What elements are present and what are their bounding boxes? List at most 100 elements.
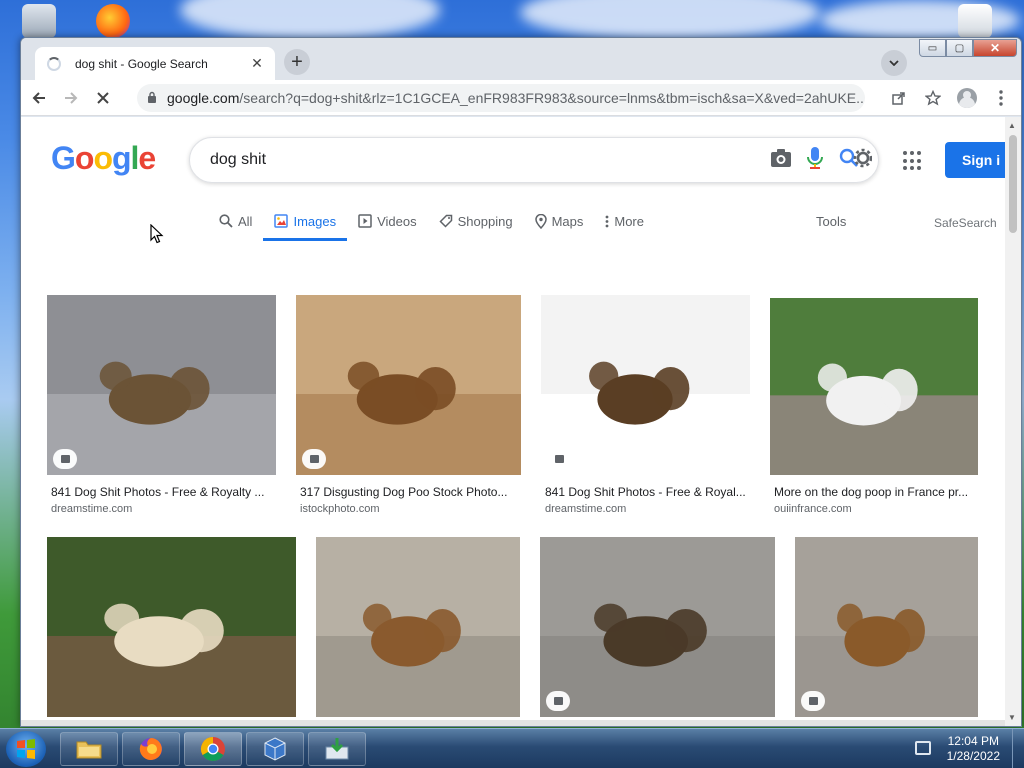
url-host: google.com [167, 90, 240, 106]
tab-label: Videos [377, 213, 417, 229]
taskbar-download-app[interactable] [308, 732, 366, 766]
result-thumbnail[interactable] [47, 295, 276, 475]
tab-label: All [238, 213, 253, 229]
video-icon [358, 214, 372, 228]
profile-avatar[interactable] [953, 84, 981, 112]
result-source: ouiinfrance.com [774, 503, 852, 515]
image-result-card[interactable]: 841 Dog Shit Photos - Free & Royalty ...… [47, 295, 276, 515]
image-result-card[interactable]: Dog Shit On Street Dog Poop : photo de..… [540, 537, 775, 726]
vertical-scrollbar[interactable]: ▲ ▼ [1005, 117, 1021, 726]
result-thumbnail[interactable] [47, 537, 296, 717]
firefox-desktop-icon[interactable] [96, 4, 130, 38]
result-thumbnail[interactable] [541, 295, 750, 475]
close-window-button[interactable]: ✕ [973, 39, 1017, 57]
camera-search-icon[interactable] [770, 148, 792, 173]
taskbar-chrome[interactable] [184, 732, 242, 766]
map-pin-icon [534, 213, 547, 229]
tab-more[interactable]: More [594, 203, 655, 239]
bookmark-star-icon[interactable] [919, 84, 947, 112]
tab-maps[interactable]: Maps [524, 203, 595, 239]
taskbar-virtualbox[interactable] [246, 732, 304, 766]
system-clock[interactable]: 12:04 PM 1/28/2022 [947, 734, 1000, 764]
tab-google-search[interactable]: dog shit - Google Search ✕ [35, 47, 275, 80]
new-tab-button[interactable]: + [284, 49, 310, 75]
search-query: dog shit [210, 151, 267, 168]
tag-icon [439, 214, 452, 228]
result-thumbnail[interactable] [770, 298, 978, 475]
image-icon [274, 214, 289, 228]
tab-images[interactable]: Images [263, 203, 347, 241]
start-button[interactable] [6, 731, 46, 767]
search-input[interactable]: dog shit [189, 137, 879, 183]
image-result-card[interactable]: Stream LIL DOG SHIT music | List...sound… [316, 537, 520, 726]
safesearch-button[interactable]: SafeSearch [934, 216, 997, 230]
result-thumbnail[interactable] [540, 537, 775, 717]
recycle-bin-icon[interactable] [22, 4, 56, 38]
back-button[interactable] [25, 84, 53, 112]
search-box-icons [770, 146, 873, 175]
image-result-card[interactable]: More on the dog poop in France pr... ouii… [770, 298, 978, 515]
google-apps-icon[interactable] [903, 151, 923, 171]
menu-kebab-icon[interactable] [987, 84, 1015, 112]
stop-loading-button[interactable] [89, 84, 117, 112]
folder-icon [76, 741, 102, 759]
image-badge-icon [302, 449, 326, 469]
taskbar-firefox[interactable] [122, 732, 180, 766]
result-thumbnail[interactable] [316, 537, 520, 717]
tab-search-chevron-icon[interactable] [881, 50, 907, 76]
tab-videos[interactable]: Videos [347, 203, 428, 239]
network-tray-icon[interactable] [915, 741, 931, 755]
address-bar[interactable]: google.com/search?q=dog+shit&rlz=1C1GCEA… [137, 84, 865, 112]
google-images-page: Google dog shit Sign i All Images Videos… [21, 117, 1021, 726]
result-title[interactable]: 841 Dog Shit Photos - Free & Royal... [545, 485, 750, 499]
search-icon [219, 214, 233, 228]
close-tab-icon[interactable]: ✕ [249, 55, 265, 72]
scroll-up-arrow-icon[interactable]: ▲ [1008, 121, 1016, 130]
microphone-icon[interactable] [806, 146, 824, 175]
maximize-button[interactable]: ▢ [946, 39, 973, 57]
image-badge-icon [801, 691, 825, 711]
google-logo[interactable]: Google [51, 140, 156, 177]
download-icon [325, 738, 349, 760]
logo-letter: o [93, 140, 113, 176]
show-desktop-button[interactable] [1012, 729, 1024, 768]
search-filter-tabs: All Images Videos Shopping Maps More [208, 203, 655, 241]
tab-all[interactable]: All [208, 203, 263, 239]
firefox-icon [139, 738, 162, 760]
taskbar-file-explorer[interactable] [60, 732, 118, 766]
back-arrow-icon [32, 91, 45, 104]
scroll-down-arrow-icon[interactable]: ▼ [1008, 713, 1016, 722]
image-result-card[interactable]: Dog Waste ...livescience.com [47, 537, 296, 726]
image-result-card[interactable]: 841 Dog Shit Photos - Free & Royal... dre… [541, 295, 750, 515]
result-title[interactable]: 841 Dog Shit Photos - Free & Royalty ... [51, 485, 276, 499]
windows-logo-icon [17, 739, 35, 759]
result-title[interactable]: 317 Disgusting Dog Poo Stock Photo... [300, 485, 521, 499]
share-icon[interactable] [885, 84, 913, 112]
search-settings-icon[interactable] [838, 146, 873, 175]
result-title[interactable]: More on the dog poop in France pr... [774, 485, 978, 499]
result-thumbnail[interactable] [296, 295, 521, 475]
windows-taskbar: 12:04 PM 1/28/2022 [0, 728, 1024, 768]
chrome-icon [200, 737, 225, 762]
toolbar-actions [885, 84, 1015, 112]
tab-label: More [614, 213, 644, 229]
clock-date: 1/28/2022 [946, 749, 1000, 763]
tab-shopping[interactable]: Shopping [428, 203, 524, 239]
tools-button[interactable]: Tools [816, 214, 846, 229]
image-result-card[interactable]: 317 Disgusting Dog Poo Stock Photo... ist… [296, 295, 521, 515]
tab-label: Shopping [457, 213, 513, 229]
desktop-file-icon[interactable] [958, 4, 992, 38]
image-result-card[interactable]: Dog Shit On Road : photo de s...shutters… [795, 537, 978, 726]
tab-title: dog shit - Google Search [75, 56, 208, 71]
result-source: istockphoto.com [300, 503, 380, 515]
result-thumbnail[interactable] [795, 537, 978, 717]
browser-toolbar: google.com/search?q=dog+shit&rlz=1C1GCEA… [21, 80, 1021, 116]
logo-letter: e [138, 140, 156, 176]
forward-button[interactable] [57, 84, 85, 112]
minimize-button[interactable]: ▭ [919, 39, 946, 57]
scroll-thumb[interactable] [1009, 135, 1017, 233]
logo-letter: G [51, 140, 76, 176]
horizontal-scrollbar[interactable] [21, 720, 1005, 726]
logo-letter: g [111, 140, 132, 176]
desktop-cloud [180, 0, 440, 40]
